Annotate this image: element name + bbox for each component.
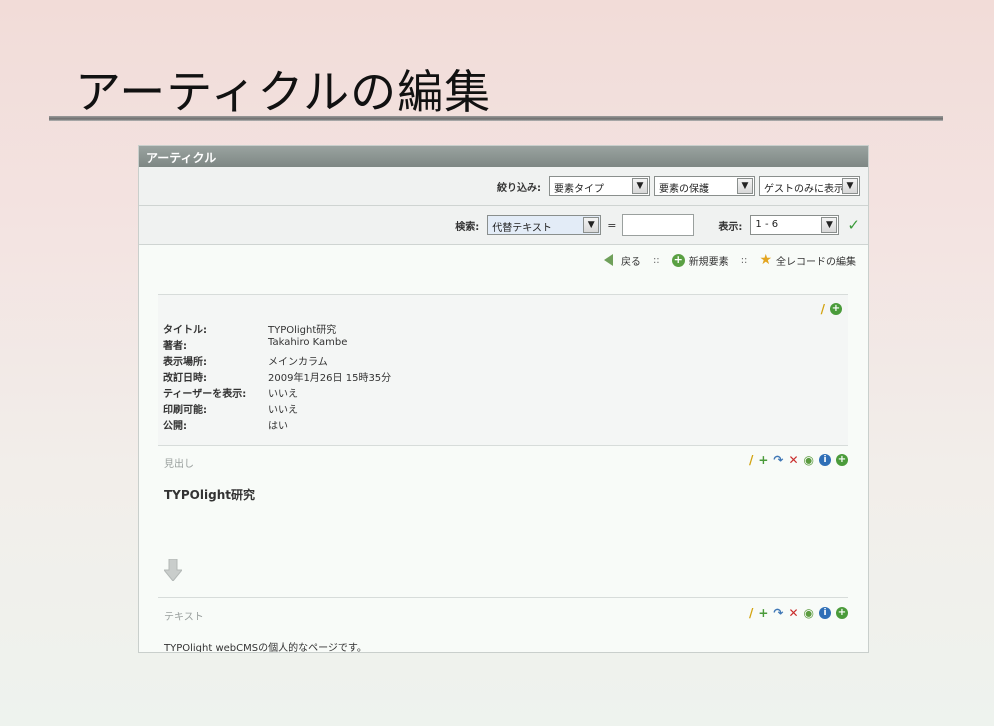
plus-circle-icon[interactable]: + bbox=[830, 303, 842, 315]
article-window: アーティクル 絞り込み: 要素タイプ ▼ 要素の保護 ▼ ゲストのみに表示 ▼ … bbox=[138, 145, 869, 653]
show-label: 表示: bbox=[718, 221, 743, 233]
pencil-icon[interactable]: / bbox=[749, 606, 753, 620]
new-element-link[interactable]: + 新規要素 bbox=[671, 252, 729, 268]
equals-sign: = bbox=[607, 218, 617, 232]
move-down-arrow-icon[interactable] bbox=[164, 559, 182, 581]
pencil-icon[interactable]: / bbox=[821, 302, 825, 316]
search-label: 検索: bbox=[455, 221, 480, 233]
delete-icon[interactable]: ✕ bbox=[788, 453, 798, 467]
back-link[interactable]: 戻る bbox=[603, 253, 641, 268]
chevron-down-icon: ▼ bbox=[632, 178, 648, 194]
search-field-select[interactable]: 代替テキスト ▼ bbox=[487, 215, 602, 235]
back-arrow-icon bbox=[603, 254, 613, 266]
headline-content: TYPOlight研究 bbox=[164, 488, 255, 502]
star-icon: ★ bbox=[759, 252, 772, 268]
info-icon[interactable]: i bbox=[819, 454, 831, 466]
search-input[interactable] bbox=[622, 214, 695, 236]
title-divider bbox=[49, 116, 943, 121]
chevron-down-icon: ▼ bbox=[583, 217, 600, 233]
pencil-icon[interactable]: / bbox=[749, 453, 753, 467]
global-actions: 戻る :: + 新規要素 :: ★ 全レコードの編集 bbox=[139, 245, 868, 275]
plus-circle-icon: + bbox=[671, 252, 685, 267]
meta-toolbar: / + bbox=[821, 302, 842, 316]
move-icon[interactable]: ↷ bbox=[773, 606, 783, 620]
filter-protect-select[interactable]: 要素の保護 ▼ bbox=[654, 176, 755, 196]
filter-bar: 絞り込み: 要素タイプ ▼ 要素の保護 ▼ ゲストのみに表示 ▼ bbox=[139, 167, 868, 206]
text-content: TYPOlight webCMSの個人的なページです。 bbox=[164, 643, 367, 653]
plus-circle-icon[interactable]: + bbox=[836, 607, 848, 619]
separator: :: bbox=[740, 254, 748, 266]
filter-guest-select[interactable]: ゲストのみに表示 ▼ bbox=[759, 176, 860, 196]
move-icon[interactable]: ↷ bbox=[773, 453, 783, 467]
separator: :: bbox=[652, 254, 660, 266]
show-range-select[interactable]: 1 - 6 ▼ bbox=[750, 215, 840, 235]
window-header: アーティクル bbox=[139, 146, 868, 167]
plus-icon[interactable]: + bbox=[758, 606, 768, 620]
chevron-down-icon: ▼ bbox=[737, 178, 753, 194]
chevron-down-icon: ▼ bbox=[842, 178, 858, 194]
filter-label: 絞り込み: bbox=[497, 182, 541, 194]
element-divider bbox=[158, 597, 848, 598]
delete-icon[interactable]: ✕ bbox=[788, 606, 798, 620]
plus-circle-icon[interactable]: + bbox=[836, 454, 848, 466]
plus-icon[interactable]: + bbox=[758, 453, 768, 467]
apply-check-icon[interactable]: ✓ bbox=[847, 216, 860, 234]
filter-type-select[interactable]: 要素タイプ ▼ bbox=[549, 176, 650, 196]
edit-all-link[interactable]: ★ 全レコードの編集 bbox=[759, 252, 856, 268]
element-toolbar: / + ↷ ✕ ◉ i + bbox=[749, 453, 848, 467]
element-type-label: テキスト bbox=[164, 612, 204, 623]
search-bar: 検索: 代替テキスト ▼ = 表示: 1 - 6 ▼ ✓ bbox=[139, 206, 868, 245]
element-type-label: 見出し bbox=[164, 459, 194, 470]
slide-title: アーティクルの編集 bbox=[75, 65, 492, 119]
element-toolbar: / + ↷ ✕ ◉ i + bbox=[749, 606, 848, 620]
eye-icon[interactable]: ◉ bbox=[804, 606, 814, 620]
article-meta-panel: / + タイトル: TYPOlight研究 著者: Takahiro Kambe… bbox=[158, 294, 848, 446]
chevron-down-icon: ▼ bbox=[821, 217, 838, 233]
eye-icon[interactable]: ◉ bbox=[804, 453, 814, 467]
info-icon[interactable]: i bbox=[819, 607, 831, 619]
